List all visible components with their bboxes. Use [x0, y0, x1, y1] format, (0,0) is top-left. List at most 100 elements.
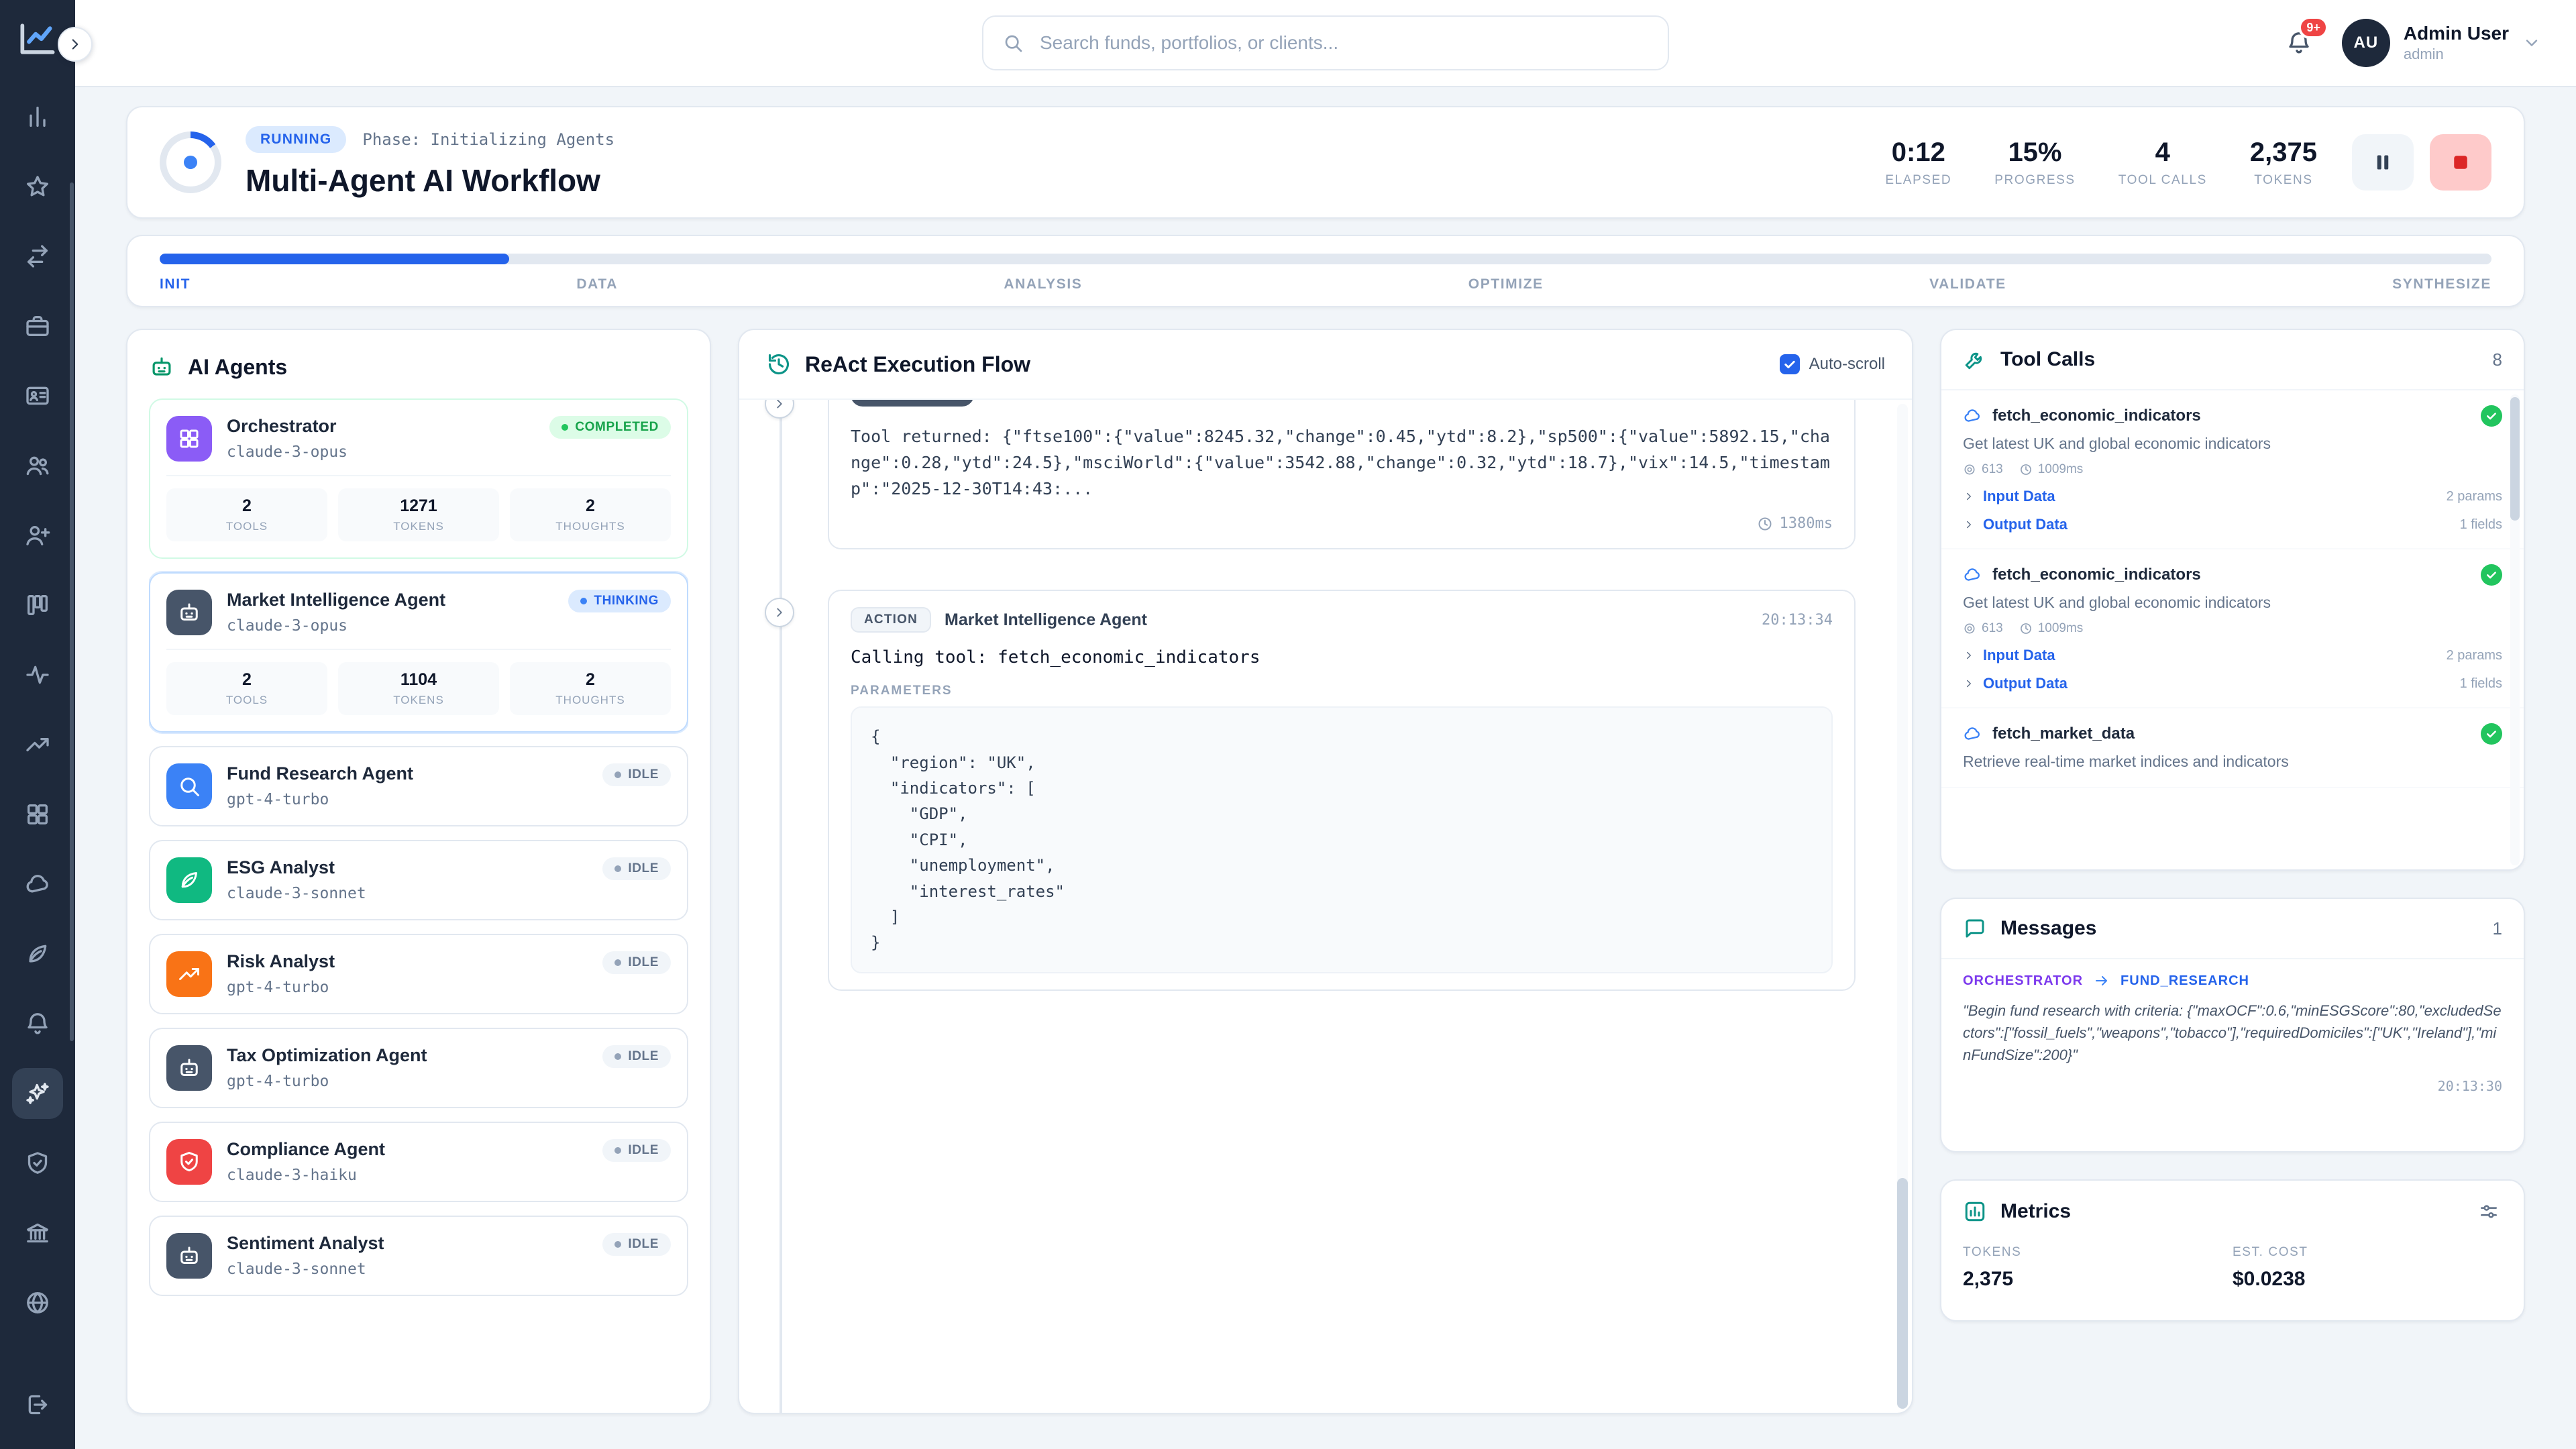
wrench-icon — [1963, 347, 1987, 372]
pause-icon — [2371, 150, 2395, 174]
agent-model: claude-3-haiku — [227, 1167, 385, 1184]
message-to: FUND_RESEARCH — [2121, 973, 2249, 989]
agent-card[interactable]: Orchestratorclaude-3-opusCOMPLETED2TOOLS… — [149, 398, 688, 559]
message-item[interactable]: ORCHESTRATOR FUND_RESEARCH "Begin fund r… — [1941, 959, 2524, 1110]
agent-card[interactable]: Compliance Agentclaude-3-haikuIDLE — [149, 1122, 688, 1202]
workflow-stat: 2,375TOKENS — [2250, 138, 2317, 188]
sidebar-item-star[interactable] — [12, 161, 63, 212]
agent-name: Tax Optimization Agent — [227, 1045, 427, 1066]
execution-flow-panel: ReAct Execution Flow Auto-scroll — [738, 329, 1913, 1414]
agent-stat-label: TOOLS — [172, 520, 322, 533]
timeline-dot — [765, 598, 794, 627]
agent-card[interactable]: Fund Research Agentgpt-4-turboIDLE — [149, 746, 688, 826]
metrics-settings-button[interactable] — [2475, 1198, 2502, 1225]
sidebar-item-bank[interactable] — [12, 1208, 63, 1258]
tool-calls-scrollbar-thumb[interactable] — [2510, 397, 2520, 521]
tool-call-input-toggle[interactable]: Input Data2 params — [1963, 488, 2502, 505]
bell-icon — [24, 1010, 51, 1037]
sidebar-item-trending-up[interactable] — [12, 719, 63, 770]
sidebar-collapse-button[interactable] — [58, 27, 93, 62]
search-icon — [166, 763, 212, 809]
agent-card[interactable]: ESG Analystclaude-3-sonnetIDLE — [149, 840, 688, 920]
sidebar-nav — [12, 91, 63, 1328]
cloud-icon — [1963, 566, 1982, 584]
tool-call-item[interactable]: fetch_economic_indicatorsGet latest UK a… — [1941, 390, 2524, 549]
sidebar-item-globe[interactable] — [12, 1277, 63, 1328]
arrow-right-icon — [2094, 973, 2110, 989]
agent-stat-label: THOUGHTS — [515, 520, 665, 533]
chevron-down-icon — [2522, 34, 2541, 52]
agent-card[interactable]: Risk Analystgpt-4-turboIDLE — [149, 934, 688, 1014]
user-menu[interactable]: AU Admin User admin — [2342, 19, 2541, 67]
avatar: AU — [2342, 19, 2390, 67]
agent-stat-value: 1104 — [343, 670, 494, 690]
sidebar-item-activity[interactable] — [12, 649, 63, 700]
execution-scrollbar-thumb[interactable] — [1897, 1178, 1908, 1409]
sidebar-item-sparkles[interactable] — [12, 1068, 63, 1119]
agent-stat-value: 1271 — [343, 496, 494, 516]
coin-icon — [1963, 463, 1976, 476]
tool-call-output-toggle[interactable]: Output Data1 fields — [1963, 675, 2502, 692]
stop-button[interactable] — [2430, 134, 2491, 191]
autoscroll-toggle[interactable]: Auto-scroll — [1780, 354, 1885, 374]
tool-call-item[interactable]: fetch_market_dataRetrieve real-time mark… — [1941, 708, 2524, 788]
agent-stat-value: 2 — [515, 496, 665, 516]
messages-count: 1 — [2493, 918, 2502, 939]
logout-button[interactable] — [12, 1379, 63, 1430]
page-title: Multi-Agent AI Workflow — [246, 162, 614, 199]
stage-optimize: OPTIMIZE — [1468, 276, 1544, 292]
check-icon — [1783, 358, 1796, 371]
global-search[interactable] — [982, 15, 1669, 70]
tool-calls-scrollbar[interactable] — [2510, 394, 2520, 865]
autoscroll-checkbox[interactable] — [1780, 354, 1800, 374]
action-text: Calling tool: fetch_economic_indicators — [851, 647, 1833, 667]
agent-stat-thoughts: 2THOUGHTS — [510, 662, 671, 715]
sidebar-item-bell[interactable] — [12, 998, 63, 1049]
progress-fill — [160, 254, 509, 264]
agent-card[interactable]: Sentiment Analystclaude-3-sonnetIDLE — [149, 1216, 688, 1296]
expand-meta: 2 params — [2447, 489, 2502, 504]
sidebar-item-bar-chart[interactable] — [12, 91, 63, 142]
pause-button[interactable] — [2352, 134, 2414, 191]
tool-call-input-toggle[interactable]: Input Data2 params — [1963, 647, 2502, 664]
sidebar-item-cloud[interactable] — [12, 859, 63, 910]
tool-calls-panel: Tool Calls 8 fetch_economic_indicatorsGe… — [1940, 329, 2525, 871]
sidebar-item-grid[interactable] — [12, 789, 63, 840]
search-input[interactable] — [1037, 31, 1649, 55]
metric-item: TOKENS2,375 — [1963, 1245, 2233, 1291]
agent-stats: 2TOOLS1104TOKENS2THOUGHTS — [166, 649, 671, 715]
stage-validate: VALIDATE — [1929, 276, 2006, 292]
duration: 1009ms — [2019, 621, 2084, 636]
metric-label: TOKENS — [1963, 1245, 2233, 1260]
sidebar-scrollbar-thumb[interactable] — [70, 182, 74, 1041]
chevron-right-icon — [772, 605, 787, 620]
agent-status-badge: IDLE — [602, 763, 671, 786]
agent-model: claude-3-opus — [227, 443, 347, 461]
notifications-button[interactable]: 9+ — [2283, 27, 2315, 59]
sidebar-item-transfer[interactable] — [12, 231, 63, 282]
sidebar-item-user-plus[interactable] — [12, 510, 63, 561]
agent-stats: 2TOOLS1271TOKENS2THOUGHTS — [166, 475, 671, 541]
sidebar-item-id-card[interactable] — [12, 370, 63, 421]
shield-check-icon — [166, 1139, 212, 1185]
agent-stat-tokens: 1104TOKENS — [338, 662, 499, 715]
sidebar-item-briefcase[interactable] — [12, 301, 63, 352]
ai-agents-panel: AI Agents Orchestratorclaude-3-opusCOMPL… — [126, 329, 711, 1414]
tool-call-output-toggle[interactable]: Output Data1 fields — [1963, 516, 2502, 533]
agent-status-badge: COMPLETED — [549, 416, 671, 439]
top-header: 9+ AU Admin User admin — [75, 0, 2576, 87]
workflow-header: RUNNING Phase: Initializing Agents Multi… — [126, 106, 2525, 219]
workflow-stat: 4TOOL CALLS — [2118, 138, 2207, 188]
agent-model: claude-3-sonnet — [227, 1260, 384, 1278]
agent-card[interactable]: Tax Optimization Agentgpt-4-turboIDLE — [149, 1028, 688, 1108]
sidebar-item-kanban[interactable] — [12, 580, 63, 631]
sidebar-item-shield-check[interactable] — [12, 1138, 63, 1189]
workflow-stats: 0:12ELAPSED15%PROGRESS4TOOL CALLS2,375TO… — [1885, 138, 2317, 188]
execution-scrollbar[interactable] — [1897, 404, 1908, 1409]
sidebar-item-leaf[interactable] — [12, 928, 63, 979]
agent-card[interactable]: Market Intelligence Agentclaude-3-opusTH… — [149, 572, 688, 733]
app-logo-icon[interactable] — [15, 16, 60, 62]
tool-call-meta: 6131009ms — [1963, 621, 2502, 636]
sidebar-item-users[interactable] — [12, 440, 63, 491]
tool-call-item[interactable]: fetch_economic_indicatorsGet latest UK a… — [1941, 549, 2524, 708]
